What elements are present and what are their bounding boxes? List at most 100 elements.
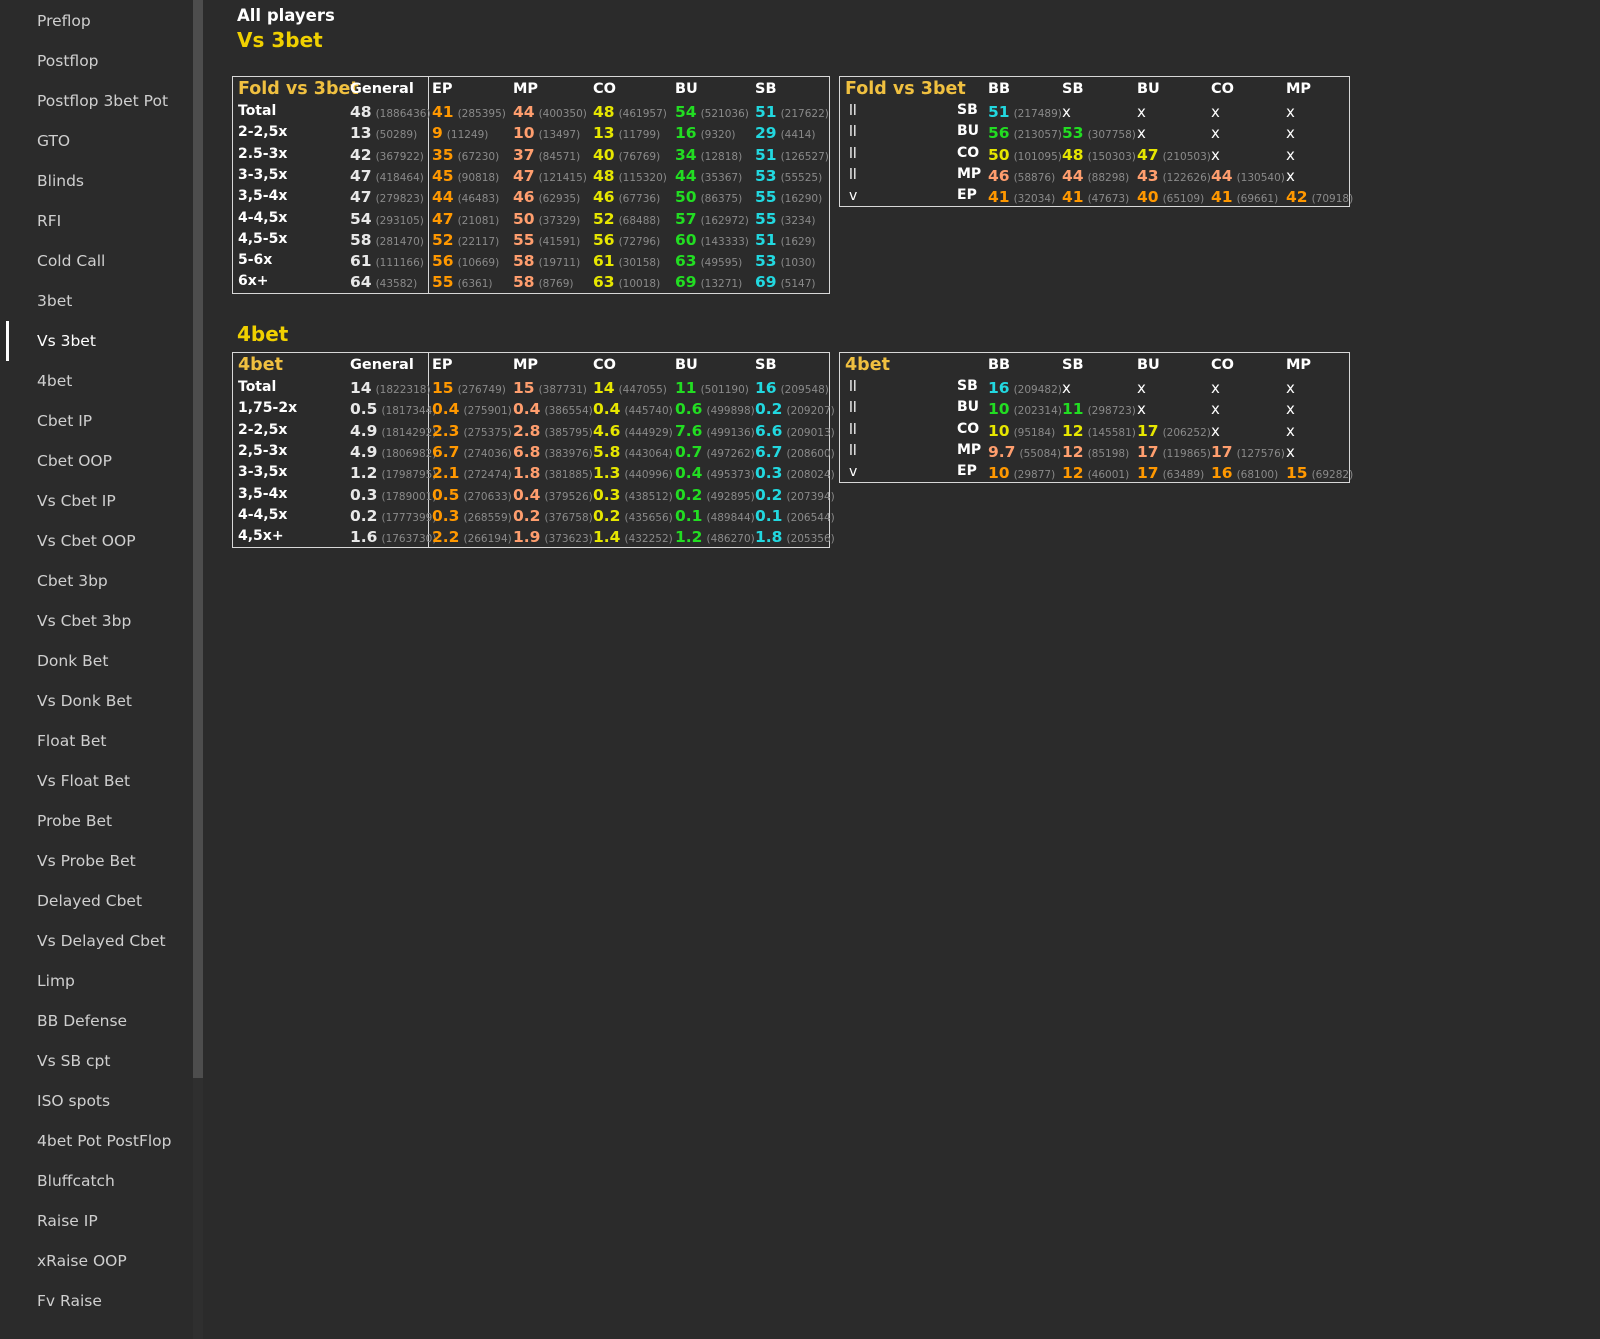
stat-cell: 14 (447055)	[593, 378, 667, 397]
row-marker: v	[849, 188, 858, 205]
sidebar-item-fv-raise[interactable]: Fv Raise	[37, 1281, 102, 1321]
stat-value: 0.6	[675, 400, 703, 419]
stat-value: 0.3	[432, 506, 460, 525]
empty-cell-mark: x	[1211, 103, 1220, 121]
sample-count: (49595)	[700, 257, 743, 270]
stat-cell: 47 (418464)	[350, 166, 424, 185]
sidebar-scrollbar-thumb[interactable]	[193, 0, 203, 1078]
sample-count: (1814292)	[381, 426, 437, 439]
column-header-sb: SB	[755, 81, 777, 97]
sidebar-item-vs-cbet-3bp[interactable]: Vs Cbet 3bp	[37, 601, 131, 641]
row-label: 6x+	[238, 273, 269, 290]
sidebar-item-blinds[interactable]: Blinds	[37, 161, 84, 201]
stat-cell: 15 (69282)	[1286, 463, 1353, 482]
row-label: 5-6x	[238, 252, 273, 269]
stat-value: 6.6	[755, 421, 783, 440]
sidebar-item-3bet[interactable]: 3bet	[37, 281, 72, 321]
sidebar-item-cold-call[interactable]: Cold Call	[37, 241, 105, 281]
row-position: MP	[957, 165, 982, 182]
sidebar-item-vs-sb-cpt[interactable]: Vs SB cpt	[37, 1041, 110, 1081]
sidebar-item-cbet-3bp[interactable]: Cbet 3bp	[37, 561, 108, 601]
sample-count: (122626)	[1162, 171, 1211, 184]
sample-count: (272474)	[463, 469, 512, 482]
sample-count: (386554)	[544, 405, 593, 418]
sidebar-item-gto[interactable]: GTO	[37, 121, 70, 161]
sample-count: (68100)	[1236, 469, 1279, 482]
sidebar-item-rfi[interactable]: RFI	[37, 201, 61, 241]
sidebar-item-vs-delayed-cbet[interactable]: Vs Delayed Cbet	[37, 921, 166, 961]
sidebar-item-cbet-ip[interactable]: Cbet IP	[37, 401, 92, 441]
empty-cell-mark: x	[1211, 421, 1220, 440]
row-position: EP	[957, 187, 977, 204]
sample-count: (495373)	[706, 469, 755, 482]
sidebar-item-bb-defense[interactable]: BB Defense	[37, 1001, 127, 1041]
sidebar-item-4bet[interactable]: 4bet	[37, 361, 72, 401]
stat-value: 0.3	[593, 485, 621, 504]
sample-count: (50289)	[375, 129, 418, 142]
sample-count: (206252)	[1162, 426, 1211, 439]
sidebar-item-preflop[interactable]: Preflop	[37, 1, 91, 41]
stat-value: 10	[513, 124, 535, 143]
sample-count: (270633)	[463, 490, 512, 503]
sample-count: (447055)	[618, 384, 667, 396]
sidebar-item-float-bet[interactable]: Float Bet	[37, 721, 106, 761]
sample-count: (13497)	[538, 129, 581, 142]
sidebar-item-postflop-3bet-pot[interactable]: Postflop 3bet Pot	[37, 81, 168, 121]
sample-count: (10018)	[618, 278, 661, 291]
sample-count: (101095)	[1013, 150, 1062, 163]
stat-cell: 16 (9320)	[675, 123, 736, 142]
stat-cell: 10 (13497)	[513, 123, 580, 142]
stat-value: 69	[755, 273, 777, 292]
stat-value: 41	[1062, 188, 1084, 207]
sidebar-item-iso-spots[interactable]: ISO spots	[37, 1081, 110, 1121]
sidebar-item-vs-cbet-oop[interactable]: Vs Cbet OOP	[37, 521, 136, 561]
sidebar-item-vs-cbet-ip[interactable]: Vs Cbet IP	[37, 481, 116, 521]
row-position: BU	[957, 399, 980, 416]
stat-value: 53	[1062, 124, 1084, 143]
row-marker: ll	[849, 124, 857, 141]
empty-cell-mark: x	[1211, 379, 1220, 397]
stat-cell: 47 (21081)	[432, 209, 499, 228]
stat-value: 47	[432, 209, 454, 228]
sample-count: (150303)	[1087, 150, 1136, 163]
stat-value: 63	[675, 252, 697, 271]
sidebar-item-postflop[interactable]: Postflop	[37, 41, 99, 81]
stat-value: 44	[432, 188, 454, 207]
stat-value: 2.8	[513, 421, 541, 440]
sidebar-item-vs-probe-bet[interactable]: Vs Probe Bet	[37, 841, 136, 881]
sidebar-item-limp[interactable]: Limp	[37, 961, 75, 1001]
sidebar-item-donk-bet[interactable]: Donk Bet	[37, 641, 108, 681]
stat-value: 0.4	[675, 464, 703, 483]
stat-value: 16	[755, 379, 777, 397]
stat-value: 29	[755, 124, 777, 143]
stat-value: 15	[1286, 464, 1308, 483]
stat-cell: 0.1 (489844)	[675, 506, 755, 525]
sample-count: (76769)	[618, 150, 661, 163]
sidebar-item-cbet-oop[interactable]: Cbet OOP	[37, 441, 112, 481]
sidebar-item-4bet-pot-postflop[interactable]: 4bet Pot PostFlop	[37, 1121, 172, 1161]
stat-cell: 14 (1822318)	[350, 378, 431, 397]
stat-value: 48	[593, 103, 615, 121]
stat-value: 54	[350, 209, 372, 228]
stat-cell: 48 (115320)	[593, 166, 667, 185]
stat-cell: 61 (111166)	[350, 251, 424, 270]
stat-value: 0.1	[755, 506, 783, 525]
sidebar-item-bluffcatch[interactable]: Bluffcatch	[37, 1161, 115, 1201]
sample-count: (209207)	[786, 405, 835, 418]
sample-count: (497262)	[706, 447, 755, 460]
sidebar-item-delayed-cbet[interactable]: Delayed Cbet	[37, 881, 142, 921]
sidebar-item-vs-donk-bet[interactable]: Vs Donk Bet	[37, 681, 132, 721]
sample-count: (274036)	[463, 447, 512, 460]
sidebar-item-raise-ip[interactable]: Raise IP	[37, 1201, 98, 1241]
stat-cell: 55 (41591)	[513, 230, 580, 249]
stat-cell: 11 (501190)	[675, 378, 749, 397]
sample-count: (383976)	[544, 447, 593, 460]
sidebar-item-vs-float-bet[interactable]: Vs Float Bet	[37, 761, 130, 801]
sidebar-item-vs-3bet[interactable]: Vs 3bet	[37, 321, 96, 361]
sidebar-item-xraise-oop[interactable]: xRaise OOP	[37, 1241, 127, 1281]
stat-cell: 10 (95184)	[988, 421, 1055, 440]
sample-count: (307758)	[1087, 129, 1136, 142]
stat-cell: 5.8 (443064)	[593, 442, 673, 461]
stat-cell: 0.3 (438512)	[593, 485, 673, 504]
sidebar-item-probe-bet[interactable]: Probe Bet	[37, 801, 112, 841]
